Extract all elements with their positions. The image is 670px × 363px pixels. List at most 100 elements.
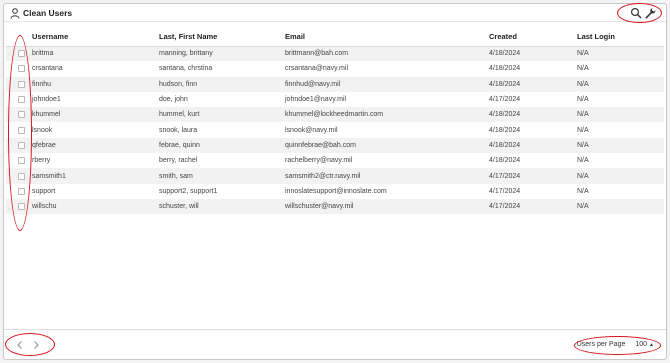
chevron-left-icon[interactable] [15,340,25,350]
cell-name: smith, sam [159,168,285,184]
row-select-cell [6,46,32,62]
cell-email: rachelberry@navy.mil [285,157,353,165]
cell-username: support [32,187,56,195]
user-icon [10,8,20,19]
cell-username: lsnook [32,126,53,134]
cell-last-login: N/A [577,187,589,195]
row-checkbox[interactable] [18,96,25,104]
row-checkbox[interactable] [18,203,25,211]
cell-email: brittmann@bah.com [285,46,489,62]
table-row[interactable]: willschu schuster, will willschuster@navy.… [6,198,664,215]
row-checkbox[interactable] [18,126,25,134]
cell-username: rberry [32,157,51,165]
table-row[interactable]: support support2, support1 innoslatesuppor… [6,184,664,199]
cell-username: samsmith1 [32,168,159,184]
cell-username: khummel [32,107,159,123]
column-header-last-login[interactable]: Last Login [577,28,664,47]
cell-username: willschu [32,198,159,215]
cell-name: support2, support1 [159,187,218,195]
cell-username: johndoe1 [32,96,61,104]
row-checkbox[interactable] [18,50,25,58]
row-select-cell [6,137,32,154]
cell-email: samsmith2@ctr.navy.mil [285,168,489,184]
cell-created: 4/18/2024 [489,76,577,92]
column-header-name[interactable]: Last, First Name [159,28,285,47]
users-table: Username Last, First Name Email Created … [6,28,664,215]
cell-name: doe, john [159,96,188,104]
row-checkbox[interactable] [18,65,25,73]
cell-username: finnhu [32,76,159,92]
cell-name: febrae, quinn [159,137,285,154]
row-checkbox[interactable] [18,157,25,165]
column-header-created[interactable]: Created [489,28,577,47]
cell-last-login: N/A [577,137,664,154]
cell-email: finnhud@navy.mil [285,76,489,92]
table-row[interactable]: finnhu hudson, finn finnhud@navy.mil 4/18/2… [6,76,664,92]
row-select-cell [6,184,32,199]
cell-username: crsantana [32,65,63,73]
search-icon[interactable] [630,7,642,19]
panel-header: Clean Users [4,4,666,22]
row-checkbox[interactable] [18,172,25,180]
cell-name: manning, brittany [159,46,285,62]
row-checkbox[interactable] [18,187,25,195]
table-row[interactable]: johndoe1 doe, john johndoe1@navy.mil 4/17/2… [6,92,664,107]
cell-last-login: N/A [577,126,589,134]
table-row[interactable]: crsantana santana, chrstina crsantana@navy… [6,61,664,76]
cell-last-login: N/A [577,107,664,123]
cell-last-login: N/A [577,198,664,215]
table-row[interactable]: brittma manning, brittany brittmann@bah.co… [6,46,664,62]
cell-name: berry, rachel [159,157,198,165]
cell-username: qfebrae [32,137,159,154]
row-select-cell [6,122,32,137]
row-select-cell [6,198,32,215]
select-column-header [6,28,32,47]
table-row[interactable]: rberry berry, rachel rachelberry@navy.mil 4… [6,153,664,168]
header-tools [630,7,656,19]
column-header-email[interactable]: Email [285,28,489,47]
row-checkbox[interactable] [18,141,25,149]
cell-created: 4/17/2024 [489,187,521,195]
cell-email: khummel@lockheedmartin.com [285,107,489,123]
row-select-cell [6,92,32,107]
row-checkbox[interactable] [18,111,25,119]
cell-username: brittma [32,46,159,62]
users-per-page-value: 100 [635,341,648,348]
cell-created: 4/18/2024 [489,65,521,73]
cell-last-login: N/A [577,168,664,184]
table-row[interactable]: samsmith1 smith, sam samsmith2@ctr.navy.mi… [6,168,664,184]
caret-up-icon: ▲ [649,341,654,348]
cell-name: hummel, kurt [159,107,285,123]
panel-title: Clean Users [23,8,73,18]
table-row[interactable]: lsnook snook, laura lsnook@navy.mil 4/18/20… [6,122,664,137]
table-footer: Users per Page 100 ▲ [4,329,666,359]
cell-email: innoslatesupport@innoslate.com [285,187,387,195]
cell-name: hudson, finn [159,76,285,92]
cell-email: lsnook@navy.mil [285,126,338,134]
cell-created: 4/18/2024 [489,46,577,62]
wrench-icon[interactable] [644,7,656,19]
cell-last-login: N/A [577,46,664,62]
users-per-page: Users per Page 100 ▲ [577,341,654,348]
cell-created: 4/17/2024 [489,198,577,215]
cell-created: 4/18/2024 [489,107,577,123]
cell-email: johndoe1@navy.mil [285,96,347,104]
cell-created: 4/18/2024 [489,126,521,134]
row-select-cell [6,153,32,168]
users-per-page-select[interactable]: 100 ▲ [635,341,654,348]
column-header-username[interactable]: Username [32,28,159,47]
cell-last-login: N/A [577,65,589,73]
table-row[interactable]: qfebrae febrae, quinn quinnfebrae@bah.com 4… [6,137,664,154]
clean-users-panel: Clean Users Username Last, First Name Em… [3,3,667,360]
table-row[interactable]: khummel hummel, kurt khummel@lockheedmarti… [6,107,664,123]
row-select-cell [6,168,32,184]
table-header-row: Username Last, First Name Email Created … [6,28,664,47]
chevron-right-icon[interactable] [31,340,41,350]
cell-last-login: N/A [577,96,589,104]
cell-last-login: N/A [577,76,664,92]
users-per-page-label: Users per Page [576,341,626,348]
row-select-cell [6,61,32,76]
cell-name: santana, chrstina [159,65,213,73]
row-checkbox[interactable] [18,80,25,88]
cell-last-login: N/A [577,157,589,165]
